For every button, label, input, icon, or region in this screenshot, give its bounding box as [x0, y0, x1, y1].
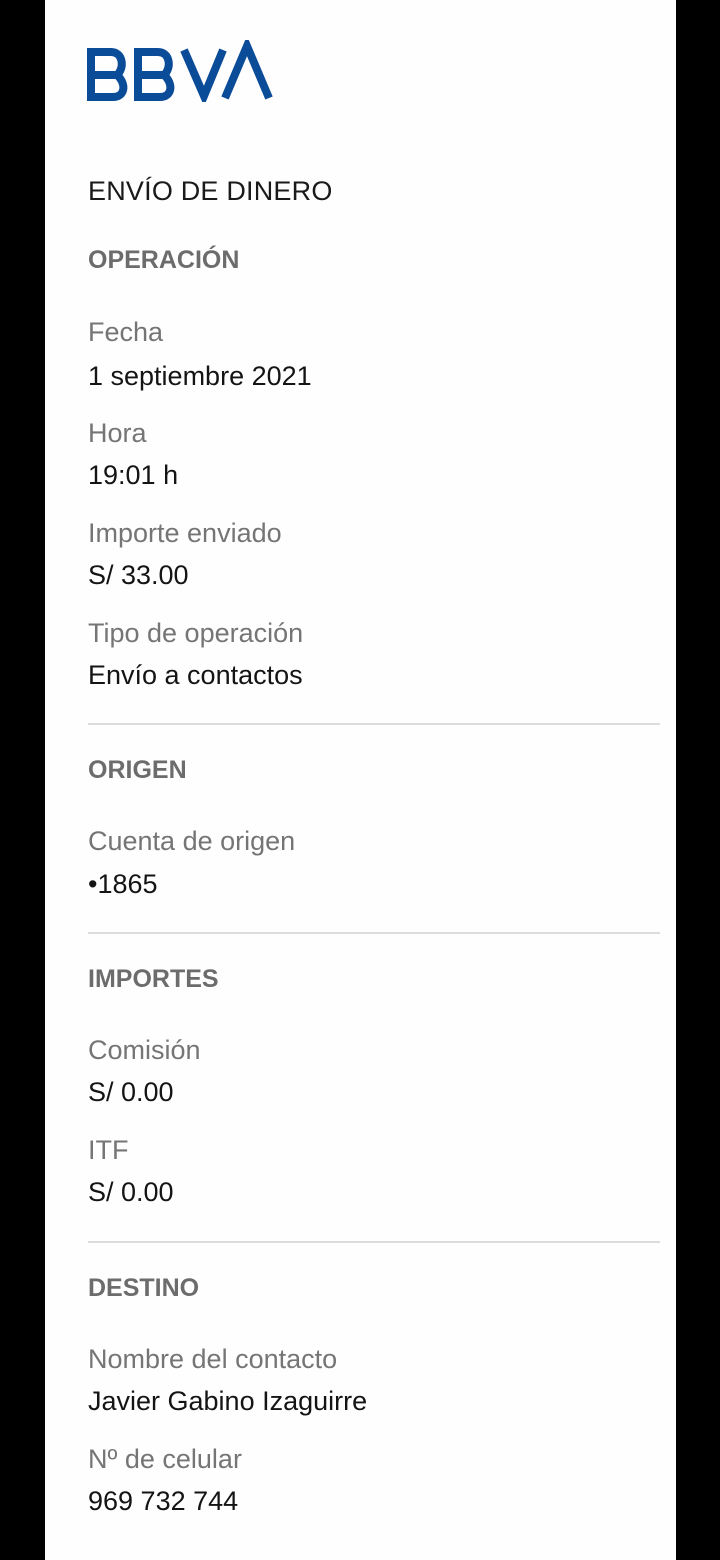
comision-value: S/ 0.00 — [88, 1077, 174, 1107]
tipo-operacion-value: Envío a contactos — [88, 660, 303, 690]
itf-value: S/ 0.00 — [88, 1177, 174, 1207]
tipo-operacion-label: Tipo de operación — [88, 618, 304, 648]
receipt-sheet: ENVÍO DE DINERO OPERACIÓN Fecha 1 septie… — [45, 0, 676, 1560]
bbva-logo-icon — [87, 40, 273, 102]
nombre-contacto-label: Nombre del contacto — [88, 1344, 338, 1374]
bbva-logo — [87, 40, 279, 102]
fecha-label: Fecha — [88, 317, 164, 347]
divider — [88, 1241, 660, 1243]
divider — [88, 723, 660, 725]
nombre-contacto-value: Javier Gabino Izaguirre — [88, 1386, 368, 1416]
section-heading-origen: ORIGEN — [88, 756, 187, 784]
section-heading-operacion: OPERACIÓN — [88, 246, 240, 274]
itf-label: ITF — [88, 1135, 129, 1165]
cuenta-origen-label: Cuenta de origen — [88, 826, 296, 856]
section-heading-importes: IMPORTES — [88, 965, 219, 993]
comision-label: Comisión — [88, 1035, 201, 1065]
cuenta-origen-value: •1865 — [88, 869, 158, 899]
hora-label: Hora — [88, 418, 147, 448]
importe-enviado-value: S/ 33.00 — [88, 560, 189, 590]
importe-enviado-label: Importe enviado — [88, 518, 282, 548]
receipt-title: ENVÍO DE DINERO — [88, 176, 333, 206]
fecha-value: 1 septiembre 2021 — [88, 361, 312, 391]
divider — [88, 932, 660, 934]
celular-label: Nº de celular — [88, 1444, 242, 1474]
section-heading-destino: DESTINO — [88, 1274, 200, 1302]
celular-value: 969 732 744 — [88, 1486, 239, 1516]
hora-value: 19:01 h — [88, 460, 179, 490]
